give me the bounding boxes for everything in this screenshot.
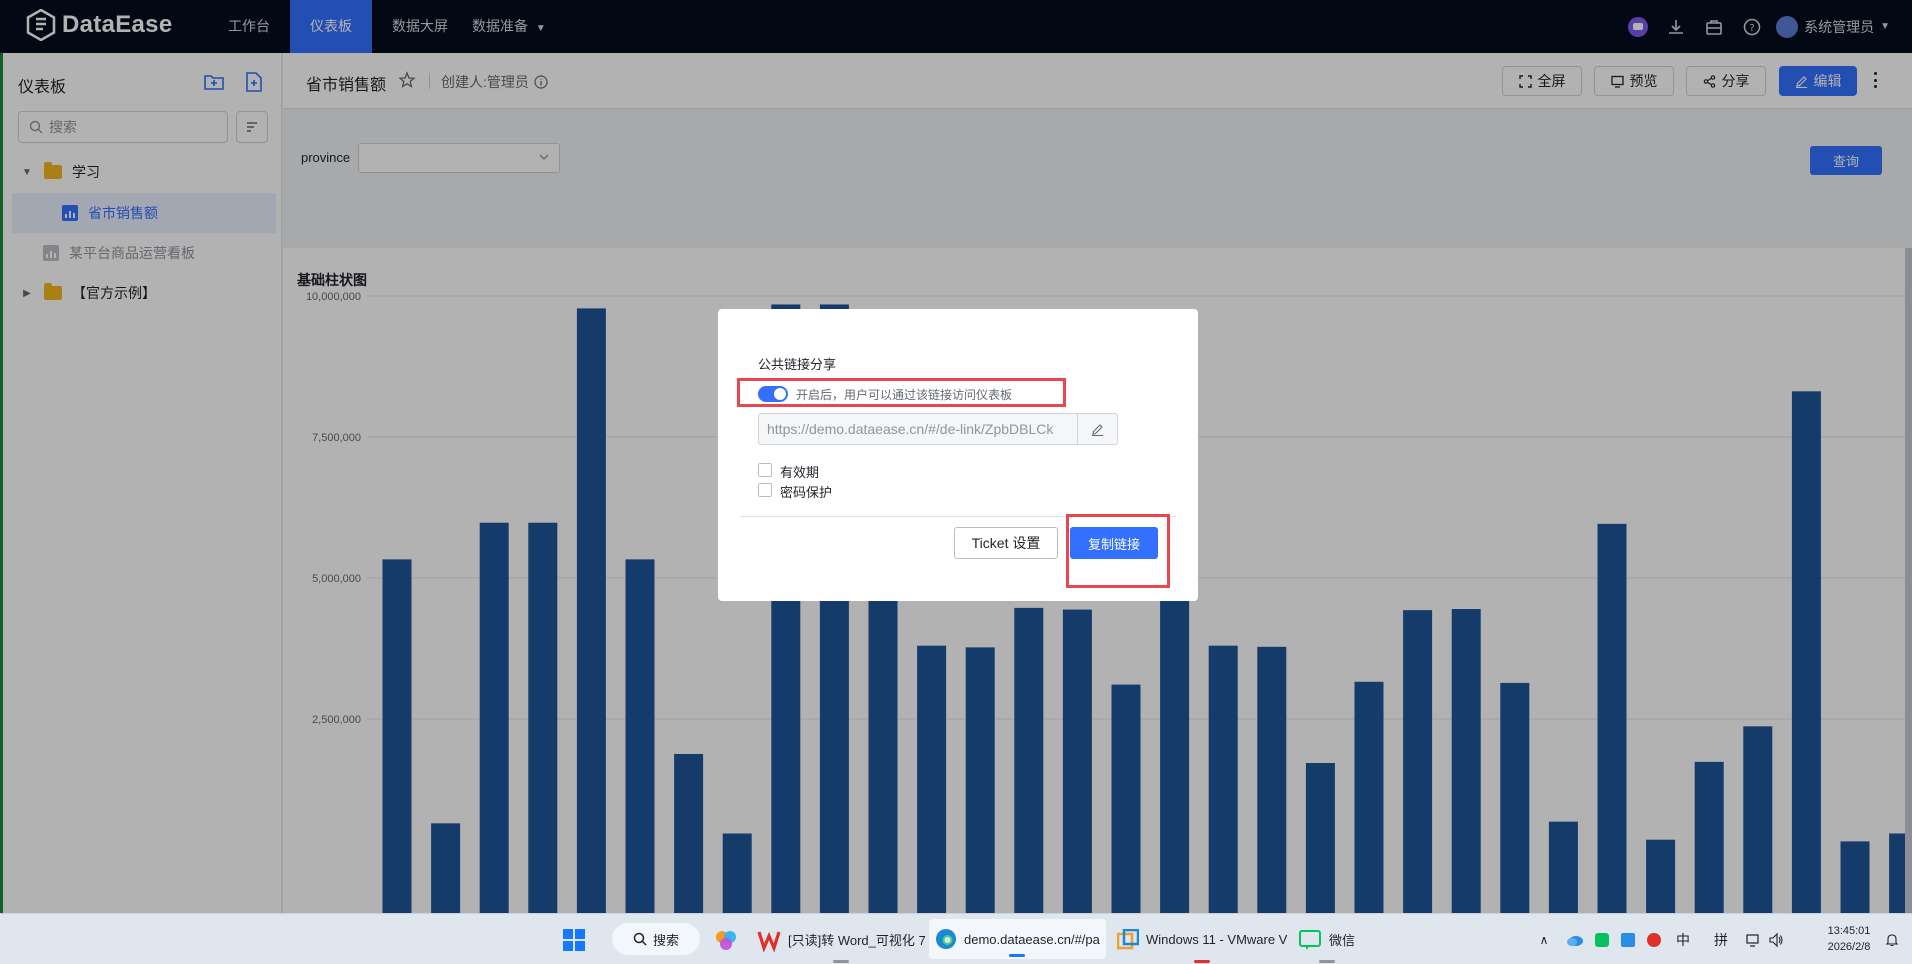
system-clock[interactable]: 13:45:01 2026/2/8 [1820, 923, 1878, 955]
share-link-url: https://demo.dataease.cn/#/de-link/ZpbDB… [767, 421, 1054, 437]
wps-icon [757, 931, 781, 952]
share-dialog: 公共链接分享 开启后，用户可以通过该链接访问仪表板 https://demo.d… [718, 309, 1198, 601]
expiry-checkbox[interactable] [758, 463, 772, 477]
ime-language[interactable]: 中 [1676, 930, 1690, 950]
running-indicator [1194, 960, 1211, 963]
wechat-icon [1299, 929, 1321, 950]
network-icon[interactable] [1746, 932, 1762, 948]
taskbar-search-button[interactable]: 搜索 [612, 923, 700, 955]
running-indicator [1318, 960, 1335, 963]
clock-date: 2026/2/8 [1827, 941, 1871, 953]
volume-icon[interactable] [1768, 932, 1784, 948]
taskbar-app-label: demo.dataease.cn/#/pa [964, 931, 1100, 947]
ime-mode[interactable]: 拼 [1714, 930, 1728, 950]
app-tray-icon[interactable] [1620, 932, 1636, 948]
notification-bell-icon[interactable] [1884, 932, 1900, 948]
start-button[interactable] [562, 914, 586, 964]
edit-link-button[interactable] [1077, 414, 1117, 444]
password-label: 密码保护 [780, 485, 833, 500]
taskbar-app-wps[interactable]: [只读]转 Word_可视化 7 [757, 914, 926, 964]
search-icon [633, 932, 647, 946]
running-indicator [833, 960, 850, 963]
taskbar-app-label: [只读]转 Word_可视化 7 [788, 933, 926, 948]
highlight-box-toggle [737, 378, 1066, 407]
share-link-field[interactable]: https://demo.dataease.cn/#/de-link/ZpbDB… [758, 413, 1118, 445]
windows-start-icon [563, 928, 585, 951]
dialog-title: 公共链接分享 [758, 357, 837, 372]
expiry-label: 有效期 [780, 465, 820, 480]
password-checkbox[interactable] [758, 483, 772, 497]
active-indicator [1009, 954, 1026, 957]
taskbar-app-copilot[interactable] [713, 914, 739, 964]
ticket-settings-button[interactable]: Ticket 设置 [954, 527, 1058, 559]
edit-icon [1092, 423, 1103, 436]
taskbar-app-label: 微信 [1329, 933, 1356, 948]
taskbar-app-edge[interactable]: demo.dataease.cn/#/pa [929, 919, 1106, 959]
chevron-up-icon[interactable]: ∧ [1534, 933, 1554, 947]
clock-time: 13:45:01 [1827, 925, 1871, 937]
app-tray-icon[interactable] [1646, 932, 1662, 948]
onedrive-icon[interactable] [1566, 933, 1584, 947]
taskbar-app-label: Windows 11 - VMware V [1146, 932, 1288, 947]
taskbar-app-vmware[interactable]: Windows 11 - VMware V [1117, 914, 1287, 964]
copilot-icon [716, 930, 736, 950]
edge-browser-icon [936, 929, 956, 949]
vmware-icon [1117, 928, 1139, 949]
taskbar-search-label: 搜索 [652, 932, 679, 948]
wechat-tray-icon[interactable] [1594, 932, 1610, 948]
system-tray: ∧ 中 拼 [1534, 914, 1784, 964]
windows-taskbar: 搜索 [只读]转 Word_可视化 7 demo.dataease.cn/#/p… [0, 913, 1912, 964]
highlight-box-copy [1066, 514, 1170, 588]
taskbar-app-wechat[interactable]: 微信 [1298, 914, 1355, 964]
